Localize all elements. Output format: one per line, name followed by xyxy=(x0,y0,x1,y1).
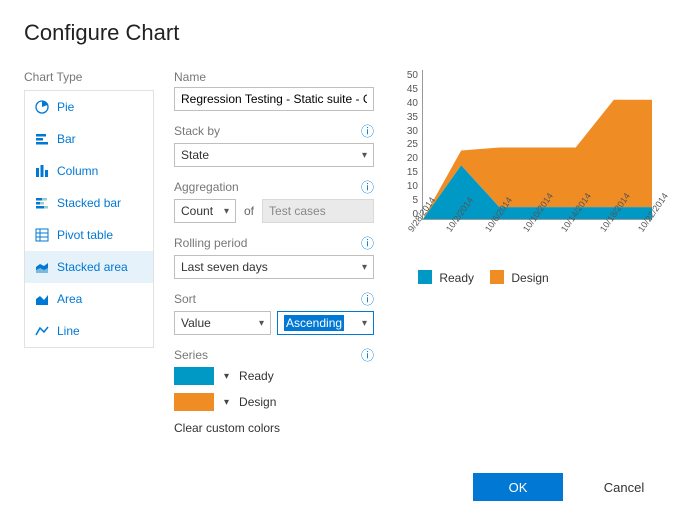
dialog-title: Configure Chart xyxy=(24,20,675,46)
info-icon[interactable]: ⓘ xyxy=(361,233,374,252)
color-swatch[interactable] xyxy=(174,393,214,411)
chart-type-label-text: Pie xyxy=(57,100,74,114)
stackby-value: State xyxy=(181,148,209,162)
chart-type-pie[interactable]: Pie xyxy=(25,91,153,123)
legend-label: Design xyxy=(511,271,548,285)
chart-type-label-text: Stacked area xyxy=(57,260,128,274)
chart-type-label-text: Area xyxy=(57,292,82,306)
chart-type-label-text: Pivot table xyxy=(57,228,113,242)
y-tick: 25 xyxy=(407,139,418,150)
series-name: Ready xyxy=(239,369,274,383)
aggregation-target-text: Test cases xyxy=(269,204,326,218)
y-tick: 40 xyxy=(407,98,418,109)
y-tick: 10 xyxy=(407,181,418,192)
y-tick: 50 xyxy=(407,70,418,81)
chart-type-label: Chart Type xyxy=(24,70,154,84)
y-tick: 15 xyxy=(407,167,418,178)
column-icon xyxy=(35,164,49,178)
ok-button[interactable]: OK xyxy=(473,473,563,501)
aggregation-select[interactable]: Count ▾ xyxy=(174,199,236,223)
chart-type-label-text: Line xyxy=(57,324,80,338)
legend-label: Ready xyxy=(439,271,474,285)
legend-swatch xyxy=(490,270,504,284)
y-axis-ticks: 50454035302520151050 xyxy=(398,70,418,220)
x-axis-ticks: 9/28/201410/2/201410/6/201410/10/201410/… xyxy=(422,222,652,258)
pie-icon xyxy=(35,100,49,114)
aggregation-value: Count xyxy=(181,204,213,218)
sort-direction-select[interactable]: Ascending ▾ xyxy=(277,311,374,335)
chart-type-line[interactable]: Line xyxy=(25,315,153,347)
sort-field-value: Value xyxy=(181,316,211,330)
name-label: Name xyxy=(174,70,206,84)
chart-type-label-text: Stacked bar xyxy=(57,196,121,210)
line-icon xyxy=(35,324,49,338)
clear-colors-link[interactable]: Clear custom colors xyxy=(174,421,280,435)
aggregation-label: Aggregation xyxy=(174,180,239,194)
legend-item-design: Design xyxy=(490,270,549,285)
chevron-down-icon[interactable]: ▾ xyxy=(224,397,229,408)
aggregation-target: Test cases xyxy=(262,199,374,223)
chart-type-stacked-area[interactable]: Stacked area xyxy=(25,251,153,283)
bar-icon xyxy=(35,132,49,146)
info-icon[interactable]: ⓘ xyxy=(361,289,374,308)
chevron-down-icon[interactable]: ▾ xyxy=(224,371,229,382)
rolling-value: Last seven days xyxy=(181,260,268,274)
info-icon[interactable]: ⓘ xyxy=(361,177,374,196)
chart-legend: Ready Design xyxy=(418,270,675,285)
info-icon[interactable]: ⓘ xyxy=(361,345,374,364)
sort-label: Sort xyxy=(174,292,196,306)
area-icon xyxy=(35,292,49,306)
series-name: Design xyxy=(239,395,276,409)
chart-type-label-text: Column xyxy=(57,164,98,178)
stacked-area-icon xyxy=(35,260,49,274)
aggregation-of: of xyxy=(242,204,256,218)
chart-type-stacked-bar[interactable]: Stacked bar xyxy=(25,187,153,219)
y-tick: 35 xyxy=(407,112,418,123)
sort-direction-value: Ascending xyxy=(284,315,344,331)
chart-preview: 50454035302520151050 9/28/201410/2/20141… xyxy=(398,70,658,260)
name-input[interactable] xyxy=(174,87,374,111)
chart-type-list: Pie Bar Column xyxy=(24,90,154,348)
legend-item-ready: Ready xyxy=(418,270,474,285)
chart-type-area[interactable]: Area xyxy=(25,283,153,315)
pivot-table-icon xyxy=(35,228,49,242)
y-tick: 30 xyxy=(407,126,418,137)
chevron-down-icon: ▾ xyxy=(259,318,264,329)
sort-field-select[interactable]: Value ▾ xyxy=(174,311,271,335)
plot-area xyxy=(422,70,652,220)
color-swatch[interactable] xyxy=(174,367,214,385)
series-item-ready: ▾ Ready xyxy=(174,367,374,385)
chevron-down-icon: ▾ xyxy=(362,150,367,161)
series-label: Series xyxy=(174,348,208,362)
chart-type-pivot-table[interactable]: Pivot table xyxy=(25,219,153,251)
chart-type-column[interactable]: Column xyxy=(25,155,153,187)
stackby-label: Stack by xyxy=(174,124,220,138)
info-icon[interactable]: ⓘ xyxy=(361,121,374,140)
chevron-down-icon: ▾ xyxy=(362,262,367,273)
chevron-down-icon: ▾ xyxy=(224,206,229,217)
stacked-bar-icon xyxy=(35,196,49,210)
legend-swatch xyxy=(418,270,432,284)
y-tick: 45 xyxy=(407,84,418,95)
cancel-button[interactable]: Cancel xyxy=(579,473,669,501)
series-item-design: ▾ Design xyxy=(174,393,374,411)
chart-type-label-text: Bar xyxy=(57,132,76,146)
chart-type-bar[interactable]: Bar xyxy=(25,123,153,155)
y-tick: 5 xyxy=(412,195,418,206)
rolling-select[interactable]: Last seven days ▾ xyxy=(174,255,374,279)
y-tick: 20 xyxy=(407,153,418,164)
chevron-down-icon: ▾ xyxy=(362,318,367,329)
stackby-select[interactable]: State ▾ xyxy=(174,143,374,167)
rolling-label: Rolling period xyxy=(174,236,247,250)
